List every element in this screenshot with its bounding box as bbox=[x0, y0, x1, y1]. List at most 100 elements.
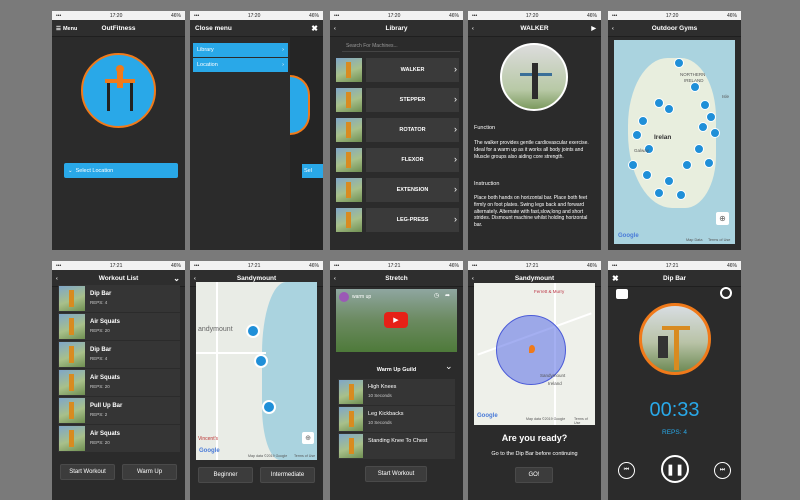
gym-pin[interactable] bbox=[664, 176, 674, 186]
close-icon[interactable]: ✖ bbox=[311, 20, 318, 37]
location-pin bbox=[529, 345, 535, 353]
nav-bar: ✖ Dip Bar bbox=[608, 270, 741, 287]
warm-up-button[interactable]: Warm Up bbox=[122, 464, 177, 480]
status-bar: ••• 17:20 46% bbox=[52, 11, 185, 20]
machine-thumbnail bbox=[336, 178, 362, 202]
chevron-right-icon: › bbox=[454, 94, 457, 104]
start-workout-button[interactable]: Start Workout bbox=[365, 466, 427, 482]
gym-pin[interactable] bbox=[628, 160, 638, 170]
list-item[interactable]: Standing Knee To Chest bbox=[338, 433, 455, 459]
skip-back-icon: ⏮ bbox=[623, 467, 630, 473]
list-item[interactable]: Air Squats REPS: 20 bbox=[58, 425, 180, 452]
page-title: WALKER bbox=[520, 24, 549, 32]
gym-pin[interactable] bbox=[698, 122, 708, 132]
gym-pin[interactable] bbox=[638, 116, 648, 126]
list-item[interactable]: Pull Up Bar REPS: 2 bbox=[58, 397, 180, 424]
close-menu-button[interactable]: Close menu bbox=[195, 25, 232, 32]
page-title: Workout List bbox=[98, 274, 139, 282]
close-icon[interactable]: ✖ bbox=[612, 270, 619, 287]
page-title: Sandymount bbox=[236, 274, 277, 282]
gym-pin[interactable] bbox=[664, 104, 674, 114]
list-item[interactable]: EXTENSION › bbox=[330, 176, 463, 204]
back-icon[interactable]: ‹ bbox=[334, 20, 336, 37]
list-item[interactable]: LEG-PRESS › bbox=[330, 206, 463, 234]
list-item[interactable]: Dip Bar REPS: 4 bbox=[58, 341, 180, 368]
list-item[interactable]: STEPPER › bbox=[330, 86, 463, 114]
gym-pin[interactable] bbox=[632, 130, 642, 140]
app-title: OutFitness bbox=[101, 24, 136, 32]
chevron-right-icon: › bbox=[454, 154, 457, 164]
page-title: Sandymount bbox=[514, 274, 555, 282]
menu-button[interactable]: ☰ Menu bbox=[56, 20, 77, 37]
back-icon[interactable]: ‹ bbox=[472, 20, 474, 37]
chevron-down-icon[interactable]: ⌄ bbox=[445, 361, 453, 372]
sandymount-map[interactable]: andymount Vincent's Google Map data ©201… bbox=[196, 282, 317, 460]
gym-pin[interactable] bbox=[710, 128, 720, 138]
list-item[interactable]: WALKER › bbox=[330, 56, 463, 84]
video-player[interactable]: warm up ◷ ➦ ▶ bbox=[336, 289, 457, 352]
exercise-thumbnail bbox=[59, 342, 85, 367]
previous-button[interactable]: ⏮ bbox=[618, 462, 635, 479]
intermediate-button[interactable]: Intermediate bbox=[260, 467, 315, 483]
gym-pin[interactable] bbox=[704, 158, 714, 168]
instruction-heading: Instruction bbox=[474, 181, 500, 187]
exercise-thumbnail bbox=[59, 314, 85, 339]
screen-stretch: ••• 17:21 46% ‹ Stretch warm up ◷ ➦ ▶ Warm… bbox=[330, 261, 463, 500]
go-button[interactable]: GO! bbox=[515, 467, 553, 483]
list-item[interactable]: High Knees 10 Seconds bbox=[338, 379, 455, 405]
gym-pin[interactable] bbox=[700, 100, 710, 110]
gym-pin[interactable] bbox=[654, 188, 664, 198]
function-heading: Function bbox=[474, 125, 496, 131]
list-item[interactable]: Dip Bar REPS: 4 bbox=[58, 285, 180, 312]
location-map[interactable]: Ferrett & Murry Sandymount Ireland Googl… bbox=[474, 283, 595, 425]
gym-pin[interactable] bbox=[642, 170, 652, 180]
nav-bar: Close menu ✖ bbox=[190, 20, 323, 37]
status-bar: ••• 17:20 46% bbox=[190, 11, 323, 20]
gym-pin[interactable] bbox=[262, 400, 276, 414]
gym-pin[interactable] bbox=[654, 98, 664, 108]
pause-button[interactable]: ❚❚ bbox=[661, 455, 689, 483]
google-logo: Google bbox=[618, 233, 639, 239]
screen-walker: ••• 17:20 46% ‹ WALKER ▶ Function The walk… bbox=[468, 11, 601, 250]
gym-pin[interactable] bbox=[706, 112, 716, 122]
gym-pin[interactable] bbox=[682, 160, 692, 170]
chevron-right-icon: › bbox=[454, 124, 457, 134]
start-workout-button[interactable]: Start Workout bbox=[60, 464, 115, 480]
gym-pin[interactable] bbox=[254, 354, 268, 368]
location-icon[interactable] bbox=[720, 287, 732, 299]
locate-me-button[interactable]: ⊕ bbox=[716, 212, 729, 225]
list-item[interactable]: FLEXOR › bbox=[330, 146, 463, 174]
gym-pin[interactable] bbox=[676, 190, 686, 200]
list-item[interactable]: ROTATOR › bbox=[330, 116, 463, 144]
search-input[interactable]: Search For Machines... bbox=[342, 41, 460, 52]
status-bar: ••• 17:21 46% bbox=[468, 261, 601, 270]
video-icon[interactable]: ▶ bbox=[591, 20, 596, 37]
screen-library: ••• 17:20 46% ‹ Library Search For Machine… bbox=[330, 11, 463, 250]
list-item[interactable]: Air Squats REPS: 20 bbox=[58, 369, 180, 396]
back-icon[interactable]: ‹ bbox=[334, 270, 336, 287]
next-button[interactable]: ⏭ bbox=[714, 462, 731, 479]
gym-pin[interactable] bbox=[246, 324, 260, 338]
share-icon: ➦ bbox=[445, 293, 451, 299]
chevron-right-icon: › bbox=[454, 184, 457, 194]
gym-pin[interactable] bbox=[674, 58, 684, 68]
gym-pin[interactable] bbox=[690, 82, 700, 92]
section-heading: Warm Up Guild bbox=[376, 367, 417, 373]
menu-item-location[interactable]: Location › bbox=[193, 58, 288, 72]
beginner-button[interactable]: Beginner bbox=[198, 467, 253, 483]
menu-item-library[interactable]: Library › bbox=[193, 43, 288, 57]
select-location-button[interactable]: ⌄ Select Location bbox=[64, 163, 178, 178]
back-icon[interactable]: ‹ bbox=[612, 20, 614, 37]
list-item[interactable]: Leg Kickbacks 10 Seconds bbox=[338, 406, 455, 432]
video-icon[interactable] bbox=[616, 289, 628, 299]
exercise-thumbnail bbox=[339, 380, 363, 404]
exercise-thumbnail bbox=[59, 398, 85, 423]
list-item[interactable]: Air Squats REPS: 20 bbox=[58, 313, 180, 340]
page-title: Dip Bar bbox=[662, 274, 687, 282]
exercise-thumbnail bbox=[339, 407, 363, 431]
channel-avatar bbox=[339, 292, 349, 302]
gym-pin[interactable] bbox=[694, 144, 704, 154]
locate-me-button[interactable]: ⊕ bbox=[302, 432, 314, 444]
play-button[interactable]: ▶ bbox=[384, 312, 408, 328]
ireland-map[interactable]: NORTHERN IRELAND Isle Galway Irelan Goog… bbox=[614, 40, 735, 244]
